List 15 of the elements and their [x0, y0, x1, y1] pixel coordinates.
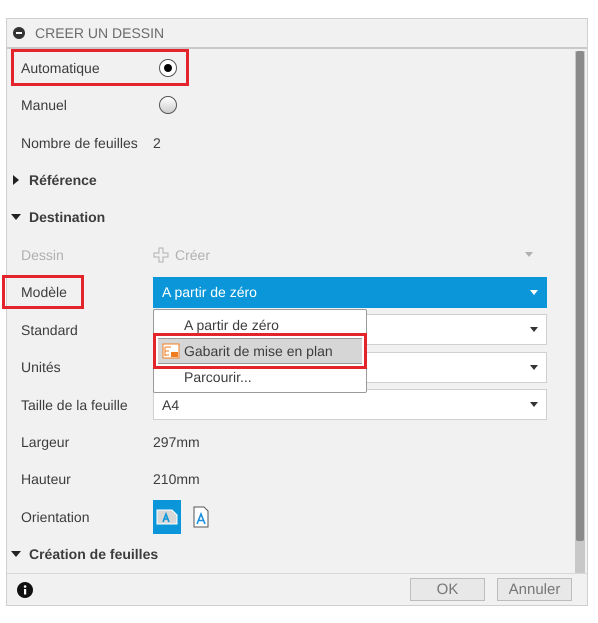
dialog-title: CREER UN DESSIN: [35, 25, 164, 41]
field-label: Taille de la feuille: [21, 396, 128, 412]
field-value: 210mm: [153, 471, 200, 488]
field-label: Hauteur: [21, 471, 72, 488]
field-label: Nombre de feuilles: [21, 134, 139, 151]
field-label: Standard: [21, 322, 78, 338]
option-label: Automatique: [21, 60, 101, 76]
field-label: Orientation: [21, 508, 90, 525]
field-value: 297mm: [153, 434, 200, 450]
field-label: Largeur: [21, 434, 70, 450]
field-value: 2: [153, 134, 161, 151]
field-label: Unités: [21, 359, 61, 376]
field-label: Dessin: [21, 246, 65, 263]
option-label: Manuel: [21, 97, 68, 114]
field-label: Modèle: [21, 284, 67, 300]
